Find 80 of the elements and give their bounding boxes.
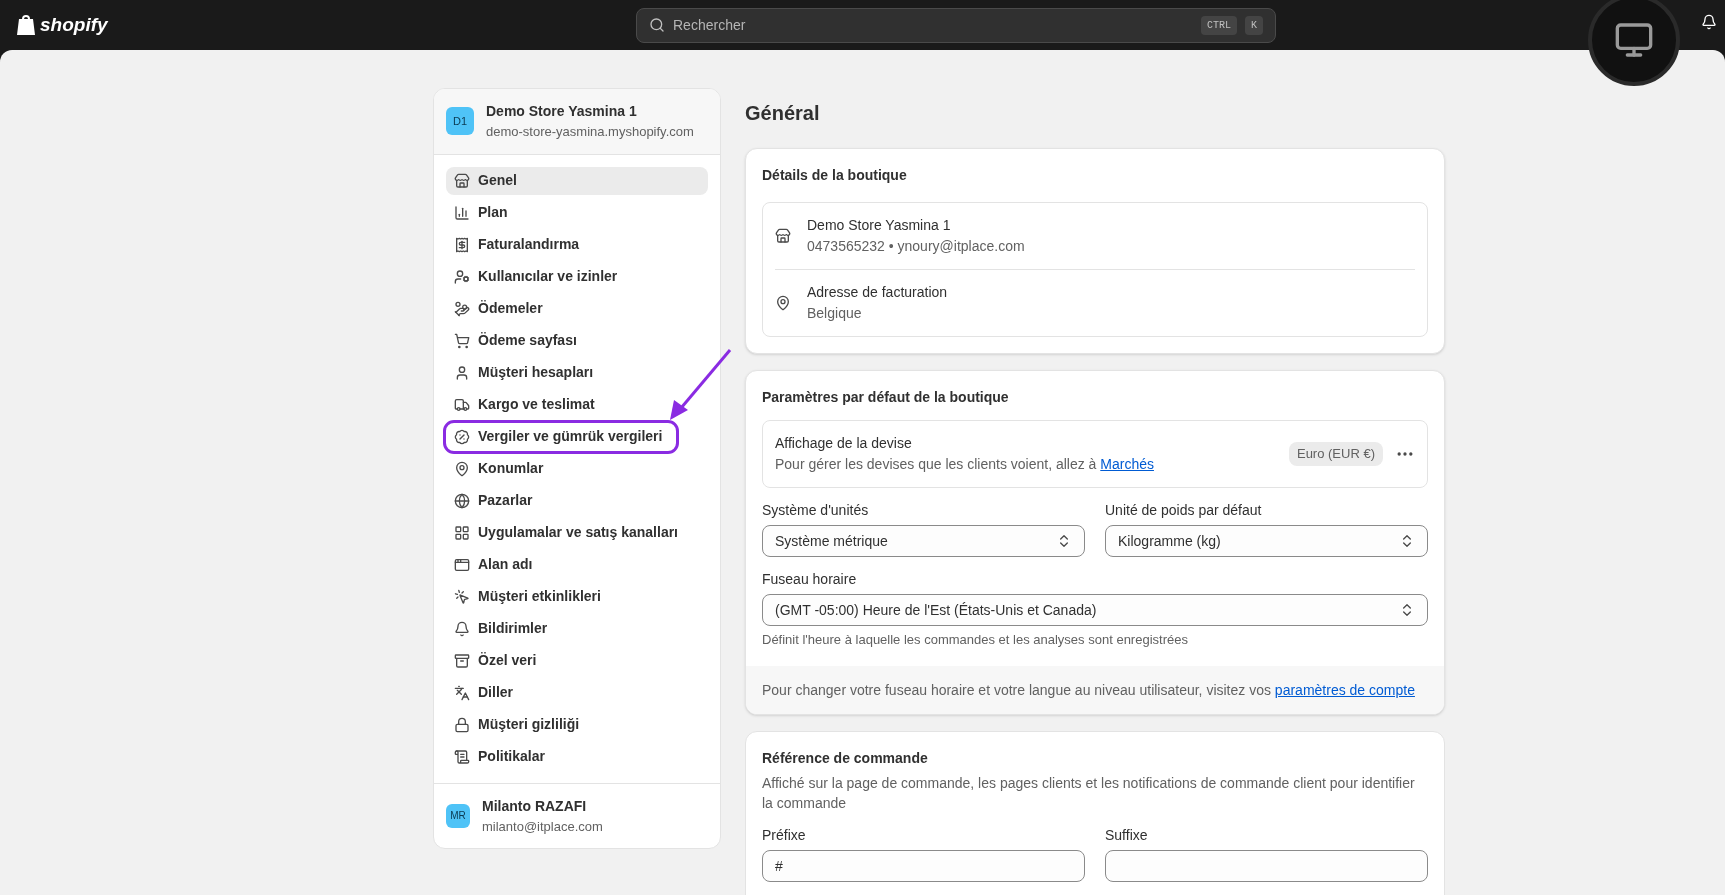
nav-icon (454, 652, 470, 669)
weight-unit-select[interactable]: Kilogramme (kg) (1105, 525, 1428, 557)
nav-icon (454, 492, 470, 509)
nav-icon (454, 524, 470, 541)
user-avatar: MR (446, 803, 470, 828)
sidebar-item[interactable]: Müşteri gizliliği (446, 710, 708, 739)
nav-icon (454, 364, 470, 381)
shopping-bag-icon (16, 14, 36, 36)
sidebar-item[interactable]: Politikalar (446, 742, 708, 771)
sidebar-item[interactable]: Özel veri (446, 646, 708, 675)
field-label: Unité de poids par défaut (1105, 501, 1263, 520)
search-icon (649, 17, 665, 33)
sidebar-item[interactable]: Ödemeler (446, 294, 708, 323)
prefix-input[interactable]: # (762, 849, 1085, 882)
sidebar-item[interactable]: Uygulamalar ve satış kanalları (446, 518, 708, 547)
nav-icon (454, 428, 470, 445)
card-title: Paramètres par défaut de la boutique (762, 388, 1010, 407)
nav-icon (454, 748, 470, 765)
currency-title: Affichage de la devise (775, 434, 913, 453)
account-settings-link[interactable]: paramètres de compte (1274, 681, 1415, 698)
brand-logo[interactable]: shopify (40, 10, 108, 40)
store-icon (775, 228, 791, 244)
card-title: Détails de la boutique (762, 166, 908, 185)
sidebar-item[interactable]: Müşteri etkinlikleri (446, 582, 708, 611)
keyboard-key: K (1245, 15, 1263, 35)
nav-icon (454, 204, 470, 221)
sidebar-item[interactable]: Alan adı (446, 550, 708, 579)
nav-icon (454, 300, 470, 317)
nav-icon (454, 332, 470, 349)
search-field[interactable]: Rechercher CTRL K (636, 7, 1276, 43)
nav-icon (454, 460, 470, 477)
sidebar-item[interactable]: Bildirimler (446, 614, 708, 643)
nav-icon (454, 556, 470, 573)
nav-icon (454, 588, 470, 605)
monitor-icon (1614, 20, 1654, 60)
card-title: Référence de commande (762, 748, 929, 768)
field-label: Suffixe (1105, 825, 1149, 845)
sidebar-item[interactable]: Vergiler ve gümrük vergileri (446, 422, 676, 451)
sidebar-item[interactable]: Faturalandırma (446, 230, 708, 259)
store-name: Demo Store Yasmina 1 (486, 102, 638, 121)
help-text: Définit l'heure à laquelle les commandes et les analyses sont enregistrées (762, 631, 1189, 649)
sidebar-item[interactable]: Diller (446, 678, 708, 707)
store-avatar: D1 (446, 107, 474, 136)
nav-icon (454, 172, 470, 189)
nav-icon (454, 716, 470, 733)
nav-icon (454, 396, 470, 413)
nav-icon (454, 620, 470, 637)
map-pin-icon (775, 295, 791, 311)
bell-icon[interactable] (1701, 14, 1717, 30)
sidebar-item[interactable]: Genel (446, 166, 708, 195)
field-label: Système d'unités (762, 501, 870, 520)
footer-text: Pour changer votre fuseau horaire et votre langue au niveau utilisateur, visitez vos paramètres de compte (762, 681, 1415, 698)
field-label: Préfixe (762, 825, 807, 845)
user-email: milanto@itplace.com (482, 817, 603, 836)
timezone-select[interactable]: (GMT -05:00) Heure de l'Est (États-Unis et Canada) (762, 594, 1428, 626)
currency-badge: Euro (EUR €) (1288, 442, 1383, 466)
detail-text: 0473565232 • ynoury@itplace.com (807, 237, 1025, 256)
suffix-input[interactable] (1105, 849, 1428, 882)
sidebar-item[interactable]: Müşteri hesapları (446, 358, 708, 387)
page-title: Général (745, 101, 821, 126)
currency-text: Pour gérer les devises que les clients voient, allez à Marchés (775, 455, 1155, 474)
detail-title: Adresse de facturation (807, 283, 948, 302)
keyboard-key: CTRL (1200, 15, 1237, 35)
sidebar-item[interactable]: Ödeme sayfası (446, 326, 708, 355)
sidebar-item[interactable]: Kargo ve teslimat (446, 390, 708, 419)
markets-link[interactable]: Marchés (1100, 456, 1154, 472)
user-name: Milanto RAZAFI (482, 796, 588, 816)
store-domain: demo-store-yasmina.myshopify.com (486, 123, 694, 141)
nav-icon (454, 236, 470, 253)
sidebar-item[interactable]: Kullanıcılar ve izinler (446, 262, 708, 291)
detail-text: Belgique (807, 304, 863, 323)
unit-system-select[interactable]: Système métrique (762, 525, 1085, 557)
nav-icon (454, 684, 470, 701)
detail-title: Demo Store Yasmina 1 (807, 216, 952, 235)
sidebar-item[interactable]: Konumlar (446, 454, 708, 483)
sidebar-item[interactable]: Plan (446, 198, 708, 227)
card-description: Affiché sur la page de commande, les pages clients et les notifications de commande client pour identifier la commande (762, 773, 1416, 813)
nav-icon (454, 268, 470, 285)
sidebar-item[interactable]: Pazarlar (446, 486, 708, 515)
field-label: Fuseau horaire (762, 570, 858, 589)
